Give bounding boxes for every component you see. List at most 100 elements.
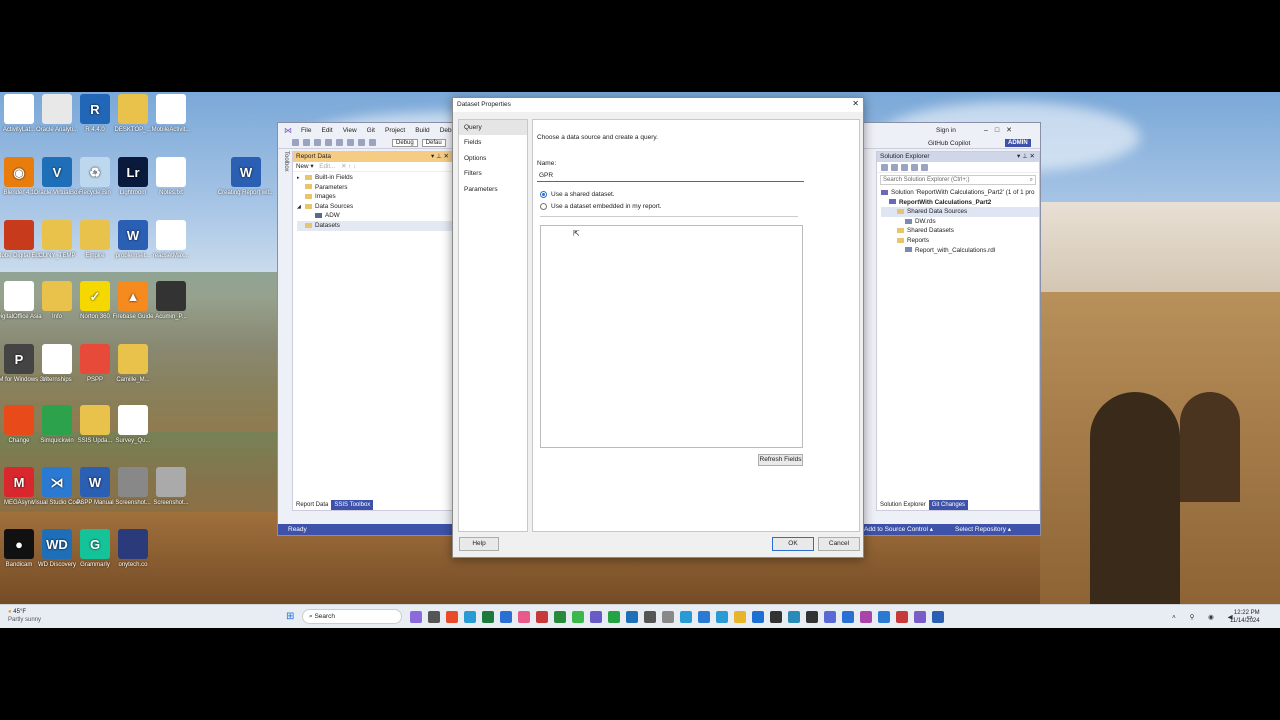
nav-item[interactable]: Filters	[459, 166, 527, 181]
radio-embedded-dataset[interactable]: Use a dataset embedded in my report.	[540, 203, 662, 210]
nav-item[interactable]: Options	[459, 151, 527, 166]
sync-icon[interactable]	[891, 163, 898, 171]
save-all-icon[interactable]	[347, 139, 354, 146]
refresh-fields-button[interactable]: Refresh Fields	[758, 454, 803, 466]
pane-tab[interactable]: Git Changes	[928, 500, 969, 510]
help-button[interactable]: Help	[459, 537, 499, 551]
solution-search-input[interactable]: Search Solution Explorer (Ctrl+;) ⌕	[880, 175, 1036, 185]
tree-node[interactable]: ReportWith Calculations_Part2	[881, 198, 1039, 208]
nav-item[interactable]: Fields	[459, 135, 527, 150]
name-input[interactable]: GPR	[537, 171, 804, 182]
nav-item[interactable]: Parameters	[459, 182, 527, 197]
tree-node[interactable]: Images	[297, 192, 453, 202]
taskbar-app-icon[interactable]	[752, 611, 764, 623]
cancel-button[interactable]: Cancel	[818, 537, 860, 551]
start-icon[interactable]: ⊞	[286, 611, 294, 622]
menu-item[interactable]: Project	[385, 127, 405, 134]
save-icon[interactable]	[336, 139, 343, 146]
toolbox-strip[interactable]: Toolbox	[280, 151, 289, 211]
tree-node[interactable]: Solution 'ReportWith Calculations_Part2'…	[881, 188, 1039, 198]
menu-item[interactable]: Edit	[321, 127, 332, 134]
tree-node[interactable]: Datasets	[297, 220, 453, 231]
refresh-icon[interactable]	[901, 163, 908, 171]
home-icon[interactable]	[881, 163, 888, 171]
new-file-icon[interactable]	[314, 139, 321, 146]
pane-tab[interactable]: SSIS Toolbox	[331, 500, 374, 510]
taskbar-app-icon[interactable]	[788, 611, 800, 623]
taskbar-app-icon[interactable]	[446, 611, 458, 623]
taskbar-app-icon[interactable]	[806, 611, 818, 623]
platform-dropdown[interactable]: Defau	[421, 138, 446, 147]
tree-node[interactable]: ADW	[297, 211, 453, 221]
config-dropdown[interactable]: Debug	[392, 138, 418, 147]
menu-item[interactable]: Git	[367, 127, 375, 134]
taskbar-app-icon[interactable]	[482, 611, 494, 623]
taskbar-app-icon[interactable]	[608, 611, 620, 623]
menu-item[interactable]: File	[301, 127, 311, 134]
taskbar-app-icon[interactable]	[698, 611, 710, 623]
menu-item[interactable]: View	[343, 127, 357, 134]
desktop-icon[interactable]: Survey_Qu...	[102, 405, 164, 445]
properties-icon[interactable]	[921, 163, 928, 171]
taskbar-app-icon[interactable]	[878, 611, 890, 623]
desktop-icon[interactable]: Notes.txt	[140, 157, 202, 197]
tree-node[interactable]: Parameters	[297, 183, 453, 193]
pin-icon[interactable]: ▾ ⊥ ✕	[1017, 152, 1035, 162]
tree-node[interactable]: Report_with_Calculations.rdl	[881, 246, 1039, 256]
taskbar-app-icon[interactable]	[554, 611, 566, 623]
desktop-icon[interactable]: Camille_M...	[102, 344, 164, 384]
taskbar-app-icon[interactable]	[500, 611, 512, 623]
shared-dataset-list[interactable]: ⇱	[540, 225, 803, 448]
pin-icon[interactable]: ▾ ⊥ ✕	[431, 152, 449, 162]
desktop-icon[interactable]: W Creating Report wit...	[215, 157, 277, 197]
tree-node[interactable]: Reports	[881, 236, 1039, 246]
taskbar-app-icon[interactable]	[734, 611, 746, 623]
taskbar-app-icon[interactable]	[572, 611, 584, 623]
select-repository[interactable]: Select Repository ▴	[955, 524, 1011, 535]
search-icon[interactable]: ⌕	[1030, 176, 1033, 185]
taskbar-app-icon[interactable]	[518, 611, 530, 623]
taskbar-app-icon[interactable]	[644, 611, 656, 623]
ok-button[interactable]: OK	[772, 537, 814, 551]
taskbar-app-icon[interactable]	[428, 611, 440, 623]
taskbar-app-icon[interactable]	[626, 611, 638, 623]
taskbar-app-icon[interactable]	[590, 611, 602, 623]
desktop-icon[interactable]: Acumin_P...	[140, 281, 202, 321]
taskbar-app-icon[interactable]	[662, 611, 674, 623]
taskbar-app-icon[interactable]	[464, 611, 476, 623]
taskbar-app-icon[interactable]	[896, 611, 908, 623]
taskbar-search[interactable]: ⌕ Search	[302, 609, 402, 624]
admin-badge[interactable]: ADMIN	[1005, 139, 1031, 147]
copilot-button[interactable]: GitHub Copilot	[928, 140, 970, 147]
taskbar-app-icon[interactable]	[860, 611, 872, 623]
desktop-icon[interactable]: Screenshot...	[140, 467, 202, 507]
nav-item[interactable]: Query	[459, 120, 527, 136]
add-source-control[interactable]: Add to Source Control ▴	[864, 524, 933, 535]
pane-tab[interactable]: Report Data	[293, 500, 332, 510]
tree-node[interactable]: Shared Datasets	[881, 226, 1039, 236]
taskbar-app-icon[interactable]	[932, 611, 944, 623]
sign-in-link[interactable]: Sign in	[936, 127, 956, 134]
taskbar-app-icon[interactable]	[410, 611, 422, 623]
delete-icon[interactable]: ✕ ↑ ↓	[341, 163, 356, 170]
taskbar-app-icon[interactable]	[536, 611, 548, 623]
tree-node[interactable]: ◢ Data Sources	[297, 202, 453, 212]
radio-shared-dataset[interactable]: Use a shared dataset.	[540, 191, 615, 198]
taskbar-app-icon[interactable]	[716, 611, 728, 623]
tree-node[interactable]: ▸ Built-in Fields	[297, 173, 453, 183]
tree-node[interactable]: DW.rds	[881, 217, 1039, 227]
menu-item[interactable]: Build	[415, 127, 429, 134]
tree-node[interactable]: Shared Data Sources	[881, 207, 1039, 217]
forward-icon[interactable]	[303, 139, 310, 146]
close-icon[interactable]: ✕	[852, 99, 859, 108]
expander-icon[interactable]: ◢	[297, 203, 305, 213]
back-icon[interactable]	[292, 139, 299, 146]
redo-icon[interactable]	[369, 139, 376, 146]
undo-icon[interactable]	[358, 139, 365, 146]
new-button[interactable]: New	[296, 163, 309, 170]
desktop-icon[interactable]: onytech.co	[102, 529, 164, 569]
taskbar-app-icon[interactable]	[842, 611, 854, 623]
open-icon[interactable]	[325, 139, 332, 146]
edit-button[interactable]: Edit...	[319, 163, 335, 170]
pane-tab[interactable]: Solution Explorer	[877, 500, 929, 510]
